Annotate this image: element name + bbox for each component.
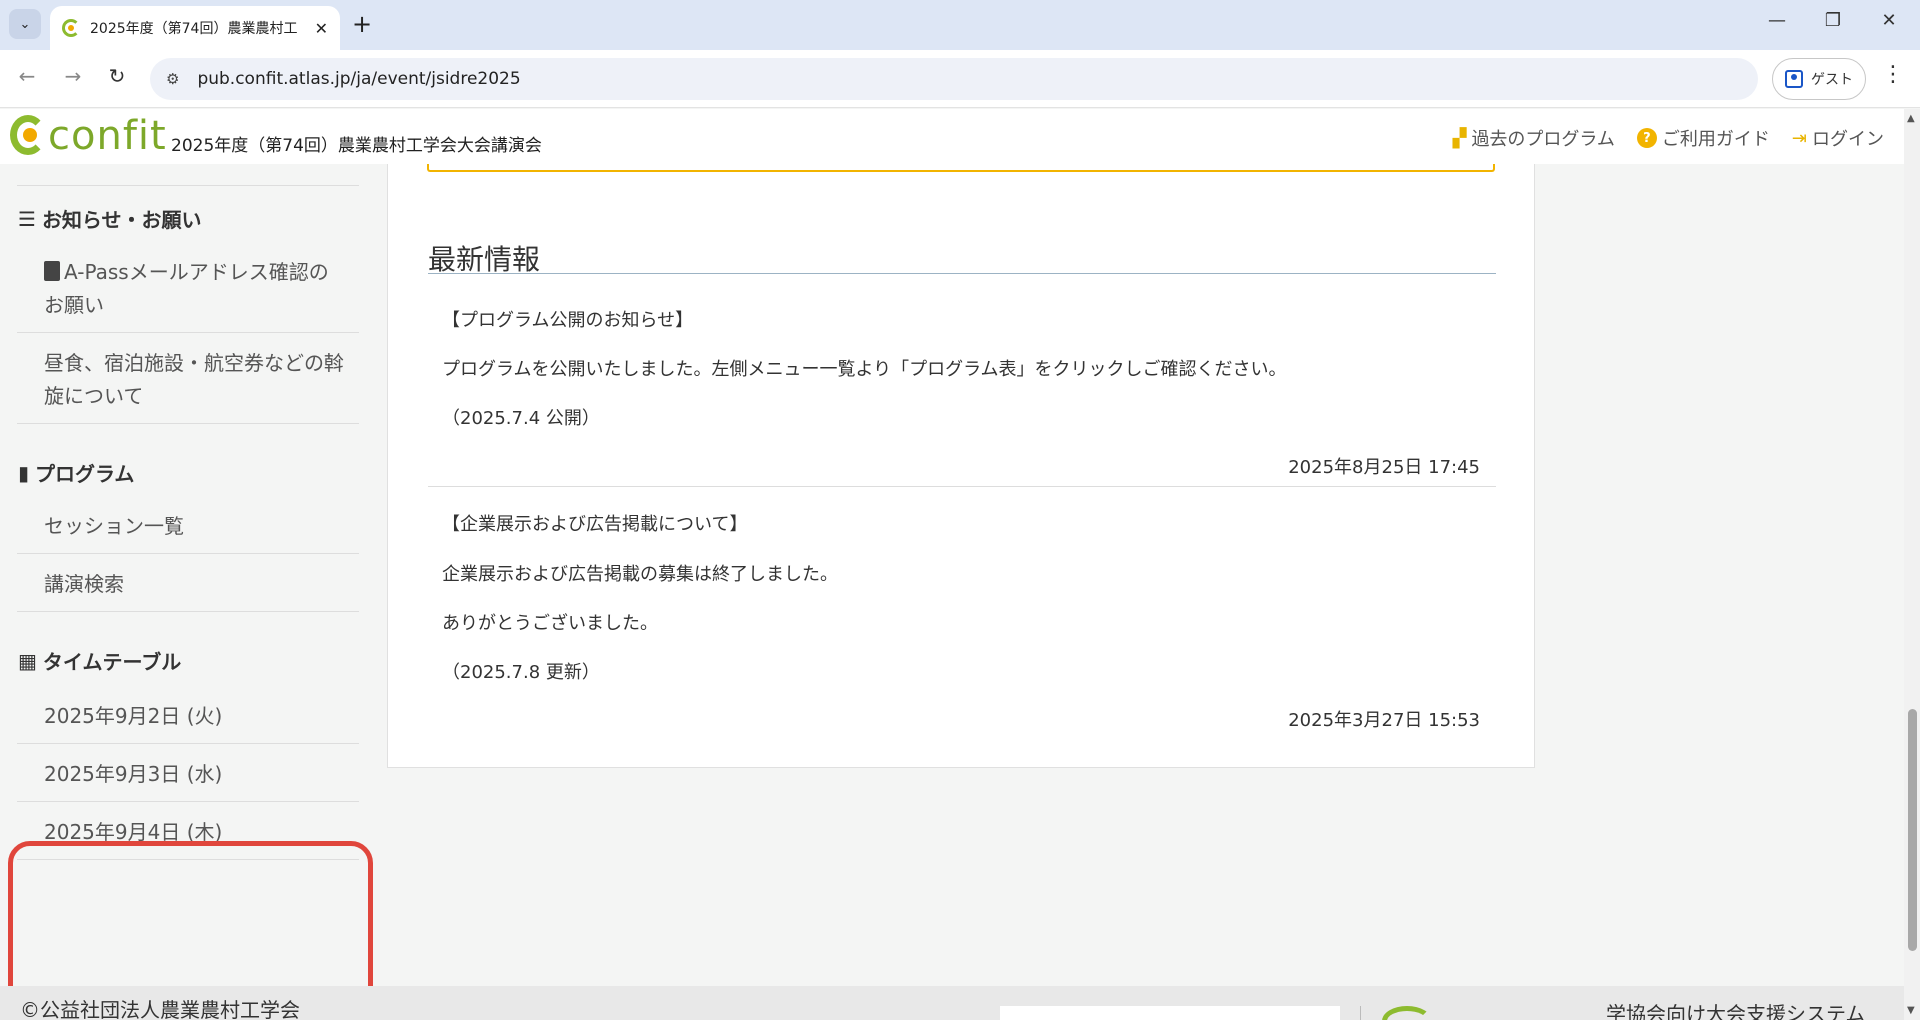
divider (17, 553, 359, 554)
scroll-down-arrow-icon[interactable]: ▼ (1907, 1005, 1915, 1016)
divider (17, 423, 359, 424)
tab-close-icon[interactable]: ✕ (315, 19, 328, 38)
divider (17, 185, 359, 186)
calendar-icon: ▦ (18, 648, 37, 673)
divider (17, 743, 359, 744)
site-title[interactable]: 2025年度（第74回）農業農村工学会大会講演会 (171, 131, 542, 156)
sidebar-item-label: A-Passメールアドレス確認のお願い (44, 260, 329, 317)
browser-toolbar: ← → ↻ ⚙ pub.confit.atlas.jp/ja/event/jsi… (0, 50, 1920, 108)
news-item-title: 【プログラム公開のお知らせ】 (442, 310, 694, 331)
site-footer: ©公益社団法人農業農村工学会 学協会向け大会支援システム (0, 986, 1904, 1020)
news-item-text: （2025.7.8 更新） (442, 662, 600, 683)
timetable-heading: ▦ タイムテーブル (18, 646, 181, 675)
site-header: confit 2025年度（第74回）農業農村工学会大会講演会 ▞ 過去のプログ… (0, 109, 1904, 164)
page-scrollbar[interactable]: ▲ ▼ (1904, 109, 1920, 1020)
browser-tab-bar: ⌄ 2025年度（第74回）農業農村工 ✕ + — ❐ ✕ (0, 0, 1920, 50)
scroll-up-arrow-icon[interactable]: ▲ (1907, 113, 1915, 124)
sidebar-item-sessions[interactable]: セッション一覧 (44, 510, 344, 543)
url-text: pub.confit.atlas.jp/ja/event/jsidre2025 (197, 69, 521, 89)
notices-heading-label: お知らせ・お願い (41, 208, 202, 232)
pdf-file-icon (44, 261, 60, 281)
footer-banner-image[interactable] (1000, 1006, 1340, 1020)
footer-system-text: 学協会向け大会支援システム (1606, 1002, 1866, 1020)
news-item-text: ありがとうございました。 (442, 613, 658, 634)
forward-arrow-icon[interactable]: → (58, 64, 88, 88)
sign-in-icon: ⇥ (1791, 127, 1807, 149)
guide-label: ご利用ガイド (1661, 129, 1770, 150)
tab-title: 2025年度（第74回）農業農村工 (90, 21, 298, 37)
divider (17, 332, 359, 333)
new-tab-icon[interactable]: + (352, 10, 372, 38)
footer-confit-logo-icon[interactable] (1382, 1006, 1432, 1020)
sidebar-item-apass-notice[interactable]: A-Passメールアドレス確認のお願い (44, 256, 344, 322)
sidebar-item-day1[interactable]: 2025年9月2日 (火) (44, 700, 344, 733)
program-heading-label: プログラム (35, 462, 135, 486)
reload-icon[interactable]: ↻ (102, 64, 132, 88)
site-settings-icon[interactable]: ⚙ (166, 70, 179, 88)
news-item-date: 2025年3月27日 15:53 (1288, 710, 1480, 731)
divider (17, 611, 359, 612)
news-separator (428, 486, 1496, 487)
confit-favicon-icon (62, 19, 80, 37)
profile-icon (1785, 70, 1803, 88)
sidebar-item-search[interactable]: 講演検索 (44, 568, 344, 601)
past-programs-link[interactable]: ▞ 過去のプログラム (1453, 125, 1615, 151)
news-item-text: プログラムを公開いたしました。左側メニュー一覧より「プログラム表」をクリックしご… (442, 359, 1287, 380)
guest-profile-button[interactable]: ゲスト (1772, 58, 1866, 100)
notices-heading: ☰ お知らせ・お願い (18, 204, 202, 233)
news-card: 最新情報 【プログラム公開のお知らせ】 プログラムを公開いたしました。左側メニュ… (387, 164, 1535, 768)
sidebar-item-lodging[interactable]: 昼食、宿泊施設・航空券などの斡旋について (44, 347, 344, 413)
timetable-heading-label: タイムテーブル (42, 650, 182, 674)
login-label: ログイン (1812, 129, 1884, 150)
news-item-text: （2025.7.4 公開） (442, 408, 600, 429)
guide-link[interactable]: ? ご利用ガイド (1636, 125, 1770, 151)
header-links: ▞ 過去のプログラム ? ご利用ガイド ⇥ ログイン (1453, 125, 1884, 151)
divider (17, 801, 359, 802)
back-arrow-icon[interactable]: ← (12, 64, 42, 88)
confit-logo-mark-icon (10, 115, 46, 155)
logo-text: confit (48, 113, 167, 159)
news-heading: 最新情報 (428, 243, 541, 276)
notice-box-bottom (427, 164, 1495, 172)
browser-menu-icon[interactable]: ⋮ (1882, 62, 1904, 87)
sidebar-item-day2[interactable]: 2025年9月3日 (水) (44, 758, 344, 791)
address-bar[interactable]: ⚙ pub.confit.atlas.jp/ja/event/jsidre202… (150, 58, 1758, 100)
browser-tab-active[interactable]: 2025年度（第74回）農業農村工 ✕ (50, 6, 340, 50)
window-close-icon[interactable]: ✕ (1874, 10, 1904, 31)
restore-icon[interactable]: ❐ (1818, 10, 1848, 31)
list-icon: ☰ (18, 206, 36, 231)
book-icon: ▮ (18, 460, 30, 485)
footer-copyright: ©公益社団法人農業農村工学会 (20, 998, 300, 1020)
login-link[interactable]: ⇥ ログイン (1792, 125, 1884, 151)
program-heading: ▮ プログラム (18, 458, 134, 487)
news-item-title: 【企業展示および広告掲載について】 (442, 514, 748, 535)
tab-search-chevron-icon[interactable]: ⌄ (9, 9, 41, 39)
news-item-text: 企業展示および広告掲載の募集は終了しました。 (442, 564, 838, 585)
boxes-icon: ▞ (1452, 127, 1467, 149)
news-heading-rule (428, 273, 1496, 274)
confit-logo[interactable]: confit (10, 113, 167, 159)
minimize-icon[interactable]: — (1762, 10, 1792, 31)
guest-label: ゲスト (1811, 72, 1853, 88)
past-programs-label: 過去のプログラム (1471, 129, 1615, 150)
footer-divider (1360, 1006, 1361, 1020)
scrollbar-thumb[interactable] (1908, 709, 1917, 951)
news-item-date: 2025年8月25日 17:45 (1288, 457, 1480, 478)
question-circle-icon: ? (1636, 128, 1657, 148)
